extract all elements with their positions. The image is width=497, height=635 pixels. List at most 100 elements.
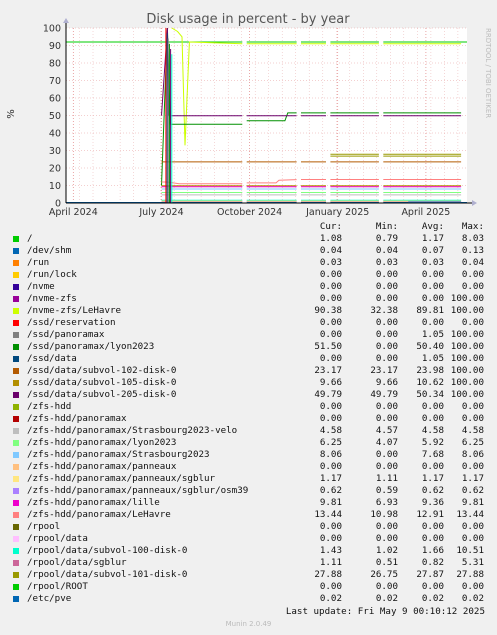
legend-cur-value: 0.00	[319, 581, 342, 592]
legend-cur-value: 0.00	[319, 353, 342, 364]
legend-max-value: 6.25	[461, 437, 484, 448]
legend-series-name: /zfs-hdd/panoramax	[27, 413, 127, 424]
legend-swatch	[13, 236, 19, 242]
legend-swatch	[13, 404, 19, 410]
legend-series-name: /nvme-zfs/LeHavre	[27, 305, 122, 316]
rrdtool-credit: RRDTOOL / TOBI OETIKER	[484, 28, 492, 118]
legend-max-value: 27.88	[456, 569, 484, 580]
legend-row: /run/lock 0.00 0.00 0.00 0.00	[12, 269, 490, 281]
legend-row: /zfs-hdd/panoramax/Strasbourg2023 8.06 0.0…	[12, 449, 490, 461]
legend-row: /ssd/panoramax/lyon2023 51.50 0.00 50.40 100…	[12, 341, 490, 353]
legend-swatch	[13, 572, 19, 578]
legend-row: /rpool 0.00 0.00 0.00 0.00	[12, 521, 490, 533]
legend-cur-value: 4.58	[319, 425, 342, 436]
last-update: Last update: Fri May 9 00:10:12 2025	[285, 606, 485, 617]
legend-cur-value: 0.03	[319, 257, 342, 268]
legend-max-value: 100.00	[450, 365, 484, 376]
legend-series-name: /zfs-hdd/panoramax/Strasbourg2023-velo	[27, 425, 238, 436]
y-tick-label: 40	[49, 129, 61, 140]
legend-row: /zfs-hdd/panoramax/panneaux/sgblur 1.17 1.…	[12, 473, 490, 485]
legend-max-value: 0.00	[461, 269, 484, 280]
legend-row: /nvme-zfs/LeHavre 90.38 32.38 89.81 100.00	[12, 305, 490, 317]
legend-swatch	[13, 512, 19, 518]
legend-cur-value: 0.00	[319, 533, 342, 544]
legend-row: /etc/pve 0.02 0.02 0.02 0.02	[12, 593, 490, 605]
y-tick-label: 20	[49, 164, 61, 175]
legend-cur-value: 8.06	[319, 449, 342, 460]
legend-swatch	[13, 596, 19, 602]
legend-series-name: /ssd/data/subvol-205-disk-0	[27, 389, 177, 400]
legend-swatch	[13, 368, 19, 374]
legend-max-value: 0.13	[461, 245, 484, 256]
legend-swatch	[13, 464, 19, 470]
legend-swatch	[13, 392, 19, 398]
legend-swatch	[13, 356, 19, 362]
legend-max-value: 8.06	[461, 449, 484, 460]
header-max: Max:	[461, 221, 484, 232]
legend-max-value: 100.00	[450, 389, 484, 400]
legend-swatch	[13, 536, 19, 542]
y-tick-label: 30	[49, 146, 61, 157]
legend-row: /rpool/data/subvol-100-disk-0 1.43 1.02 1.6…	[12, 545, 490, 557]
legend-cur-value: 0.04	[319, 245, 342, 256]
legend-cur-value: 51.50	[314, 341, 342, 352]
legend-swatch	[13, 248, 19, 254]
legend-cur-value: 0.62	[319, 485, 342, 496]
legend-row: /rpool/data/subvol-101-disk-0 27.88 26.75 2…	[12, 569, 490, 581]
legend-swatch	[13, 584, 19, 590]
legend-row: /zfs-hdd/panoramax/LeHavre 13.44 10.98 12.9…	[12, 509, 490, 521]
legend-series-name: /rpool	[27, 521, 61, 532]
legend-max-value: 0.00	[461, 401, 484, 412]
legend-max-value: 0.04	[461, 257, 484, 268]
y-tick-label: 50	[49, 111, 61, 122]
legend-swatch	[13, 560, 19, 566]
legend-series-name: /zfs-hdd/panoramax/LeHavre	[27, 509, 171, 520]
legend-series-name: /ssd/panoramax	[27, 329, 105, 340]
legend-cur-value: 1.11	[319, 557, 342, 568]
legend-series-name: /zfs-hdd/panoramax/Strasbourg2023	[27, 449, 210, 460]
legend-series-name: /rpool/data/sgblur	[27, 557, 127, 568]
disk-usage-chart: Disk usage in percent - by year % RRDTOO…	[6, 12, 492, 218]
legend-cur-value: 0.02	[319, 593, 342, 604]
legend-cur-value: 0.00	[319, 401, 342, 412]
y-axis-label: %	[6, 109, 17, 119]
legend-swatch	[13, 440, 19, 446]
legend-cur-value: 0.00	[319, 329, 342, 340]
legend-cur-value: 27.88	[314, 569, 342, 580]
legend-cur-value: 0.00	[319, 521, 342, 532]
legend-series-name: /rpool/ROOT	[27, 581, 88, 592]
legend-series-name: /zfs-hdd/panoramax/panneaux/sgblur	[27, 473, 216, 484]
legend-max-value: 0.00	[461, 281, 484, 292]
legend-series-name: /run	[27, 257, 50, 268]
legend-row: /nvme 0.00 0.00 0.00 0.00	[12, 281, 490, 293]
legend-swatch	[13, 260, 19, 266]
legend-cur-value: 49.79	[314, 389, 342, 400]
x-tick-label: January 2025	[305, 207, 369, 218]
legend-series-name: /etc/pve	[27, 593, 72, 604]
legend-max-value: 8.03	[461, 233, 484, 244]
legend-max-value: 0.00	[461, 533, 484, 544]
legend-row: /zfs-hdd/panoramax/panneaux/sgblur/osm39…	[12, 485, 490, 497]
legend-max-value: 13.44	[456, 509, 484, 520]
legend-series-name: /ssd/panoramax/lyon2023	[27, 341, 155, 352]
munin-version: Munin 2.0.49	[225, 620, 272, 628]
legend-series-name: /rpool/data	[27, 533, 88, 544]
legend-row: /zfs-hdd/panoramax 0.00 0.00 0.00 0.00	[12, 413, 490, 425]
legend-swatch	[13, 548, 19, 554]
legend-row: /1.08 0.79 1.17 8.03	[12, 233, 490, 245]
legend-max-value: 10.51	[456, 545, 484, 556]
legend-row: /rpool/data/sgblur 1.11 0.51 0.82 5.31	[12, 557, 490, 569]
x-tick-label: April 2025	[401, 207, 450, 218]
legend-swatch	[13, 500, 19, 506]
x-tick-labels: April 2024 July 2024 October 2024 January 2…	[49, 207, 451, 218]
legend-max-value: 0.00	[461, 461, 484, 472]
legend-cur-value: 0.00	[319, 317, 342, 328]
legend-max-value: 0.00	[461, 413, 484, 424]
legend-max-value: 0.62	[461, 485, 484, 496]
legend-swatch	[13, 296, 19, 302]
legend-series-name: /nvme	[27, 281, 55, 292]
y-tick-label: 10	[49, 181, 61, 192]
legend-max-value: 1.17	[461, 473, 484, 484]
legend-swatch	[13, 524, 19, 530]
x-tick-label: July 2024	[138, 207, 183, 218]
